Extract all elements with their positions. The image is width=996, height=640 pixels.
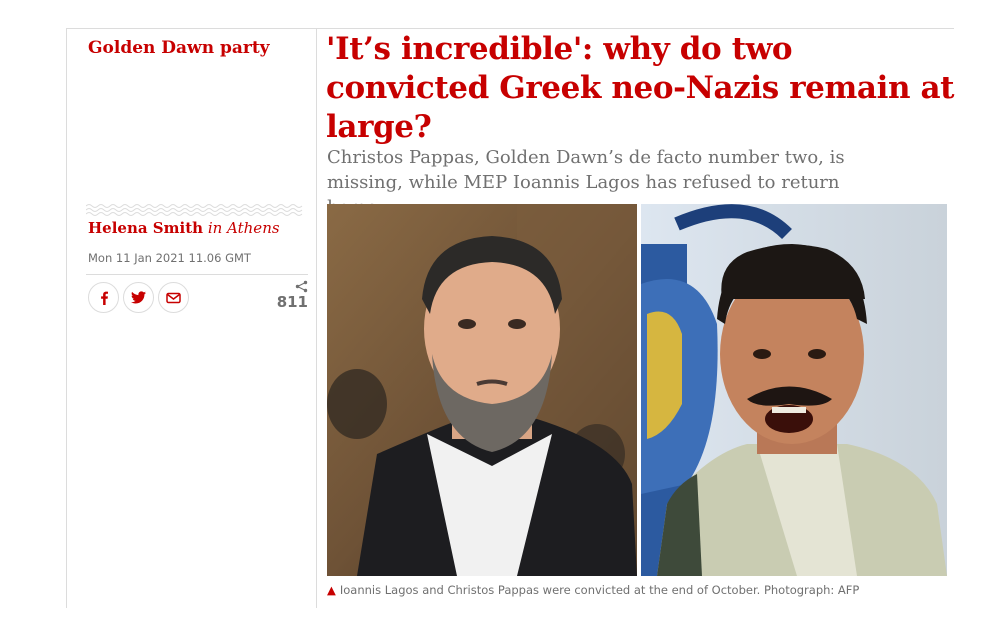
article-headline: 'It’s incredible': why do two convicted … (326, 31, 955, 145)
twitter-icon (131, 291, 146, 304)
decorative-squiggle (86, 204, 303, 216)
twitter-share-button[interactable] (123, 282, 154, 313)
caption-text: Ioannis Lagos and Christos Pappas were c… (339, 583, 860, 597)
left-column-rule (66, 28, 67, 608)
email-share-button[interactable] (158, 282, 189, 313)
byline-location: in Athens (207, 219, 280, 237)
meta-divider (86, 274, 308, 275)
meta-column-rule (316, 28, 317, 608)
top-rule (66, 28, 954, 29)
publish-date: Mon 11 Jan 2021 11.06 GMT (88, 251, 251, 265)
photo-left-lagos (327, 204, 637, 576)
photo-right-pappas (641, 204, 947, 576)
share-buttons (88, 282, 189, 313)
section-link[interactable]: Golden Dawn party (88, 38, 270, 58)
caption-triangle-icon: ▲ (327, 583, 336, 597)
byline: Helena Smith in Athens (88, 219, 280, 237)
facebook-share-button[interactable] (88, 282, 119, 313)
article-main-image (327, 204, 947, 576)
share-count: 811 (268, 280, 308, 311)
image-caption: ▲ Ioannis Lagos and Christos Pappas were … (327, 583, 859, 597)
share-count-value: 811 (276, 293, 308, 311)
share-icon (295, 280, 308, 293)
author-link[interactable]: Helena Smith (88, 219, 203, 237)
facebook-icon (100, 291, 108, 305)
email-icon (166, 292, 181, 303)
